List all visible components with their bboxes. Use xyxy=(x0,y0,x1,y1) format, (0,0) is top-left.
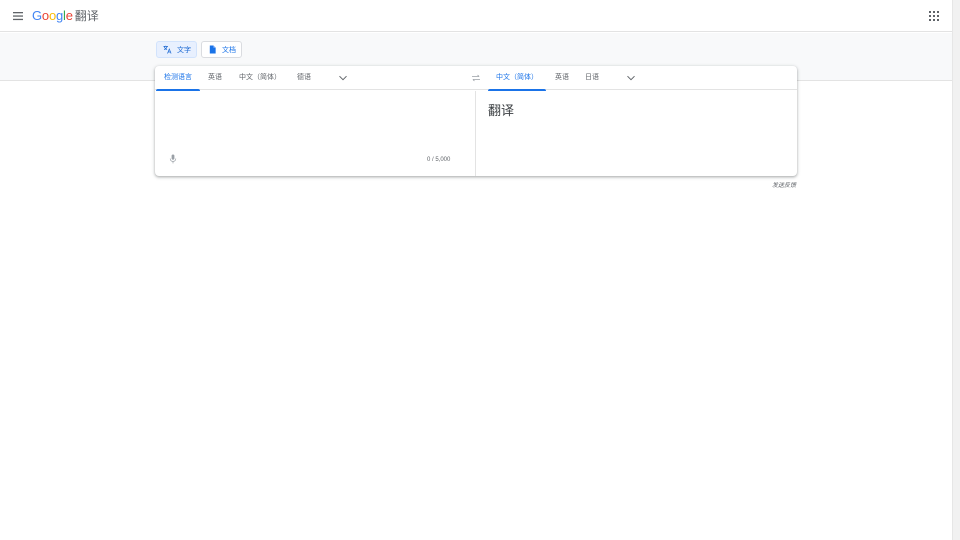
app-header: Google 翻译 xyxy=(0,0,952,32)
documents-mode-button[interactable]: 文档 xyxy=(201,41,242,58)
source-lang-tab-german[interactable]: 德语 xyxy=(297,66,311,90)
target-lang-tab-english[interactable]: 英语 xyxy=(555,66,569,90)
send-feedback-link[interactable]: 发送反馈 xyxy=(760,180,796,189)
language-bar: 检测语言 英语 中文（简体） 德语 中文（简体） 英语 日语 xyxy=(155,66,797,91)
hamburger-menu-icon[interactable] xyxy=(10,8,26,24)
target-lang-more-chevron-icon[interactable] xyxy=(626,73,636,83)
apps-grid-icon[interactable] xyxy=(928,10,940,22)
target-lang-tab-chinese-simplified[interactable]: 中文（简体） xyxy=(488,66,546,91)
target-lang-tab-japanese[interactable]: 日语 xyxy=(585,66,599,90)
character-counter: 0 / 5,000 xyxy=(427,157,451,163)
page-scrollbar[interactable] xyxy=(952,0,960,540)
google-translate-logo[interactable]: Google 翻译 xyxy=(32,7,99,25)
translate-page: Google 翻译 文字 文档 检测语言 英语 中文（简体） 德语 中文（简体）… xyxy=(0,0,960,540)
product-name: 翻译 xyxy=(74,9,99,23)
swap-languages-icon[interactable] xyxy=(471,73,481,83)
document-icon xyxy=(209,45,216,54)
translation-output: 翻译 xyxy=(488,103,515,118)
microphone-icon[interactable] xyxy=(169,154,177,164)
translate-icon xyxy=(163,45,172,54)
source-lang-tab-chinese-simplified[interactable]: 中文（简体） xyxy=(239,66,281,90)
panel-divider xyxy=(475,91,476,176)
source-lang-tab-detect[interactable]: 检测语言 xyxy=(156,66,200,91)
source-text-input[interactable] xyxy=(163,96,463,146)
text-mode-button[interactable]: 文字 xyxy=(156,41,197,58)
translation-card: 检测语言 英语 中文（简体） 德语 中文（简体） 英语 日语 0 / 5,000… xyxy=(155,66,797,176)
google-wordmark: Google xyxy=(32,8,73,23)
source-lang-more-chevron-icon[interactable] xyxy=(338,73,348,83)
documents-mode-label: 文档 xyxy=(222,46,236,54)
text-mode-label: 文字 xyxy=(177,46,191,54)
source-lang-tab-english[interactable]: 英语 xyxy=(208,66,222,90)
